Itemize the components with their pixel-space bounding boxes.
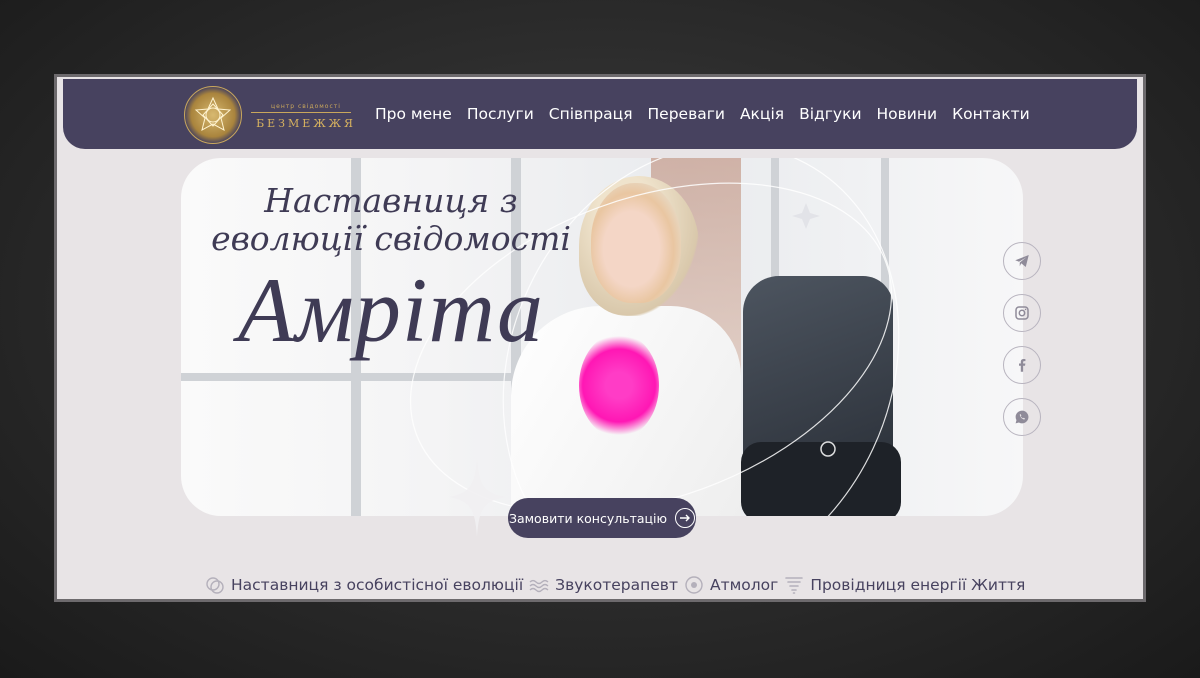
hero-banner: Наставниця з еволюції свідомості Амріта <box>181 158 1023 516</box>
nav-item-news[interactable]: Новини <box>877 105 938 123</box>
nav-item-reviews[interactable]: Відгуки <box>799 105 861 123</box>
social-instagram[interactable] <box>1003 294 1041 332</box>
role-item: Провідниця енергії Життя <box>784 575 1025 595</box>
nav-item-cooperation[interactable]: Співпраця <box>549 105 633 123</box>
social-whatsapp[interactable] <box>1003 398 1041 436</box>
consultation-button[interactable]: Замовити консультацію <box>508 498 696 538</box>
brand-name: БЕЗМЕЖЖЯ <box>256 117 356 130</box>
social-facebook[interactable] <box>1003 346 1041 384</box>
brand-divider <box>251 112 351 113</box>
role-item: Наставниця з особистісної еволюції <box>205 575 523 595</box>
role-label: Провідниця енергії Життя <box>810 576 1026 594</box>
role-label: Звукотерапевт <box>555 576 678 594</box>
hero-text: Наставниця з еволюції свідомості Амріта <box>181 181 601 361</box>
hero-subtitle-line1: Наставниця з <box>264 181 518 220</box>
instagram-icon <box>1015 306 1029 320</box>
nav-item-contacts[interactable]: Контакти <box>952 105 1030 123</box>
tornado-icon <box>785 577 804 594</box>
sparkle-decoration <box>449 457 505 537</box>
whatsapp-icon <box>1015 410 1029 424</box>
facebook-icon <box>1019 359 1026 372</box>
main-nav: Про мене Послуги Співпраця Переваги Акці… <box>375 105 1030 123</box>
role-label: Атмолог <box>709 576 779 594</box>
arrow-right-icon <box>675 508 696 528</box>
target-icon <box>685 576 703 594</box>
nav-item-advantages[interactable]: Переваги <box>648 105 725 123</box>
social-telegram[interactable] <box>1003 242 1041 280</box>
role-item: Атмолог <box>684 575 778 595</box>
hero-subtitle-line2: еволюції свідомості <box>211 219 571 258</box>
site-header: центр свідомості БЕЗМЕЖЖЯ Про мене Послу… <box>63 79 1137 149</box>
nav-item-services[interactable]: Послуги <box>467 105 534 123</box>
mandala-icon <box>194 96 232 131</box>
nav-item-about[interactable]: Про мене <box>375 105 452 123</box>
brand-tagline: центр свідомості <box>271 103 341 110</box>
roles-list: Наставниця з особистісної еволюції Звуко… <box>205 575 1027 595</box>
nav-item-promo[interactable]: Акція <box>740 105 784 123</box>
circles-icon <box>206 577 224 594</box>
role-label: Наставниця з особистісної еволюції <box>231 576 524 594</box>
site-frame: центр свідомості БЕЗМЕЖЖЯ Про мене Послу… <box>54 74 1146 602</box>
telegram-icon <box>1015 255 1029 267</box>
hero-name: Амріта <box>237 259 545 361</box>
waves-icon <box>529 579 549 593</box>
consultation-button-label: Замовити консультацію <box>508 510 668 526</box>
role-item: Звукотерапевт <box>529 575 678 595</box>
logo[interactable] <box>184 86 242 144</box>
